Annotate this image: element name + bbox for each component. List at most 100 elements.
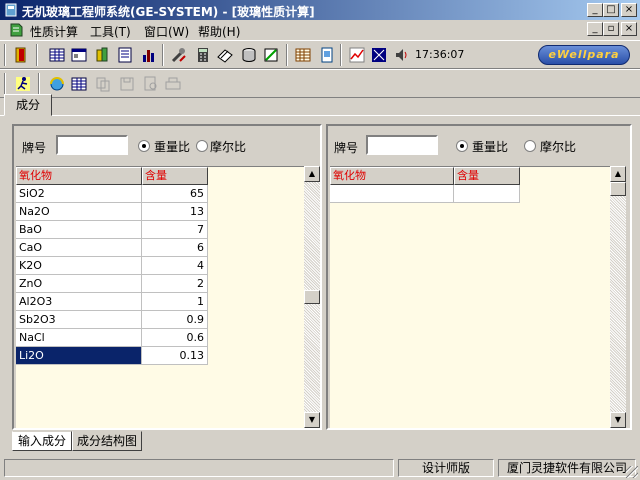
amount-cell[interactable]: 0.13	[142, 347, 208, 365]
tab-divider	[0, 115, 640, 116]
refresh-globe-icon[interactable]	[48, 75, 66, 93]
weight-ratio-radio[interactable]	[138, 140, 150, 152]
menu-help[interactable]: 帮助(H)	[198, 23, 240, 40]
eraser-icon[interactable]	[216, 46, 234, 64]
oxide-cell[interactable]: ZnO	[16, 275, 142, 293]
toolbar-separator	[4, 44, 6, 66]
amount-cell[interactable]: 65	[142, 185, 208, 203]
grid-icon[interactable]	[294, 46, 312, 64]
books-icon[interactable]	[94, 46, 112, 64]
exit-door-icon[interactable]	[12, 46, 30, 64]
minimize-button[interactable]: _	[587, 3, 603, 17]
column-header-oxide[interactable]: 氧化物	[16, 167, 142, 185]
database-icon[interactable]	[240, 46, 258, 64]
amount-cell[interactable]: 7	[142, 221, 208, 239]
data-table-icon[interactable]	[70, 75, 88, 93]
oxide-cell[interactable]: CaO	[16, 239, 142, 257]
amount-cell[interactable]: 6	[142, 239, 208, 257]
mdi-restore-button[interactable]: ▫	[603, 22, 619, 36]
oxide-cell[interactable]: NaCl	[16, 329, 142, 347]
mdi-minimize-button[interactable]: _	[587, 22, 603, 36]
maximize-button[interactable]: □	[603, 3, 619, 17]
toolbar-separator	[340, 44, 342, 66]
resize-grip[interactable]	[626, 466, 638, 478]
document-icon[interactable]	[8, 22, 24, 38]
amount-cell[interactable]: 2	[142, 275, 208, 293]
status-edition: 设计师版	[398, 459, 494, 477]
scroll-up-arrow-icon[interactable]: ▲	[610, 166, 626, 182]
tab-composition[interactable]: 成分	[4, 94, 52, 116]
print-icon	[165, 77, 181, 90]
report-icon[interactable]	[116, 46, 134, 64]
menu-tools[interactable]: 工具(T)	[90, 23, 131, 40]
scroll-down-arrow-icon[interactable]: ▼	[304, 412, 320, 428]
tools-icon[interactable]	[170, 46, 188, 64]
weight-ratio-label[interactable]: 重量比	[154, 138, 190, 155]
oxide-cell[interactable]: Sb2O3	[16, 311, 142, 329]
status-bar: 设计师版 厦门灵捷软件有限公司	[0, 456, 640, 480]
brand-text: eWellpara	[548, 48, 620, 61]
amount-cell[interactable]: 13	[142, 203, 208, 221]
scroll-thumb[interactable]	[304, 290, 320, 304]
weight-ratio-label[interactable]: 重量比	[472, 138, 508, 155]
toolbar-separator	[4, 73, 6, 95]
amount-cell[interactable]: 1	[142, 293, 208, 311]
column-header-amount[interactable]: 含量	[454, 167, 520, 185]
amount-cell[interactable]: 0.6	[142, 329, 208, 347]
left-vertical-scrollbar[interactable]: ▲ ▼	[304, 166, 320, 428]
calculator-icon[interactable]	[194, 46, 212, 64]
mdi-close-button[interactable]: ×	[621, 22, 637, 36]
toolbar-separator	[36, 44, 38, 66]
run-icon[interactable]	[14, 75, 32, 93]
app-icon	[5, 3, 17, 17]
composition-grid[interactable]: 氧化物 含量 SiO2 65 Na2O 13 BaO 7 CaO 6 K2O 4 ZnO 2 Al2O3…	[16, 166, 304, 428]
menu-window[interactable]: 窗口(W)	[144, 23, 189, 40]
mole-ratio-radio[interactable]	[196, 140, 208, 152]
tab-input-composition[interactable]: 输入成分	[12, 431, 72, 451]
window-title: 无机玻璃工程师系统(GE-SYSTEM) - [玻璃性质计算]	[22, 5, 315, 19]
oxide-cell[interactable]: K2O	[16, 257, 142, 275]
right-vertical-scrollbar[interactable]: ▲ ▼	[610, 166, 626, 428]
brand-input[interactable]	[56, 135, 128, 155]
edit-chart-icon[interactable]	[262, 46, 280, 64]
scroll-up-arrow-icon[interactable]: ▲	[304, 166, 320, 182]
empty-cell[interactable]	[330, 185, 454, 203]
oxide-cell[interactable]: SiO2	[16, 185, 142, 203]
mole-ratio-label[interactable]: 摩尔比	[540, 138, 576, 155]
brand-label: 牌号	[334, 141, 359, 155]
column-header-amount[interactable]: 含量	[142, 167, 208, 185]
status-company: 厦门灵捷软件有限公司	[498, 459, 636, 477]
oxide-cell[interactable]: BaO	[16, 221, 142, 239]
oxide-cell[interactable]: Al2O3	[16, 293, 142, 311]
tab-composition-structure[interactable]: 成分结构图	[72, 431, 142, 451]
oxide-cell[interactable]: Li2O	[16, 347, 142, 365]
empty-cell[interactable]	[454, 185, 520, 203]
scroll-thumb[interactable]	[610, 182, 626, 196]
amount-cell[interactable]: 0.9	[142, 311, 208, 329]
close-button[interactable]: ×	[621, 3, 637, 17]
menu-property-calc[interactable]: 性质计算	[30, 23, 78, 40]
column-header-oxide[interactable]: 氧化物	[330, 167, 454, 185]
form-icon[interactable]	[70, 46, 88, 64]
document-stack-icon[interactable]	[318, 46, 336, 64]
toolbar-separator	[286, 44, 288, 66]
title-bar: 无机玻璃工程师系统(GE-SYSTEM) - [玻璃性质计算] _ □ ×	[0, 0, 640, 20]
result-grid[interactable]: 氧化物 含量	[330, 166, 610, 428]
scroll-down-arrow-icon[interactable]: ▼	[610, 412, 626, 428]
scatter-icon[interactable]	[370, 46, 388, 64]
input-composition-pane: 牌号 重量比 摩尔比 氧化物 含量 SiO2 65 Na2O 13 BaO 7 CaO 6 K2…	[12, 124, 322, 430]
oxide-cell[interactable]: Na2O	[16, 203, 142, 221]
table-icon[interactable]	[48, 46, 66, 64]
bar-chart-icon[interactable]	[140, 46, 158, 64]
toolbar-separator	[38, 73, 40, 95]
amount-cell[interactable]: 4	[142, 257, 208, 275]
speaker-icon[interactable]	[393, 46, 411, 64]
main-toolbar: 17:36:07 eWellpara	[0, 40, 640, 69]
toolbar-separator	[162, 44, 164, 66]
mole-ratio-label[interactable]: 摩尔比	[210, 138, 246, 155]
mole-ratio-radio[interactable]	[524, 140, 536, 152]
secondary-toolbar	[0, 69, 640, 98]
weight-ratio-radio[interactable]	[456, 140, 468, 152]
brand-input[interactable]	[366, 135, 438, 155]
line-chart-icon[interactable]	[348, 46, 366, 64]
